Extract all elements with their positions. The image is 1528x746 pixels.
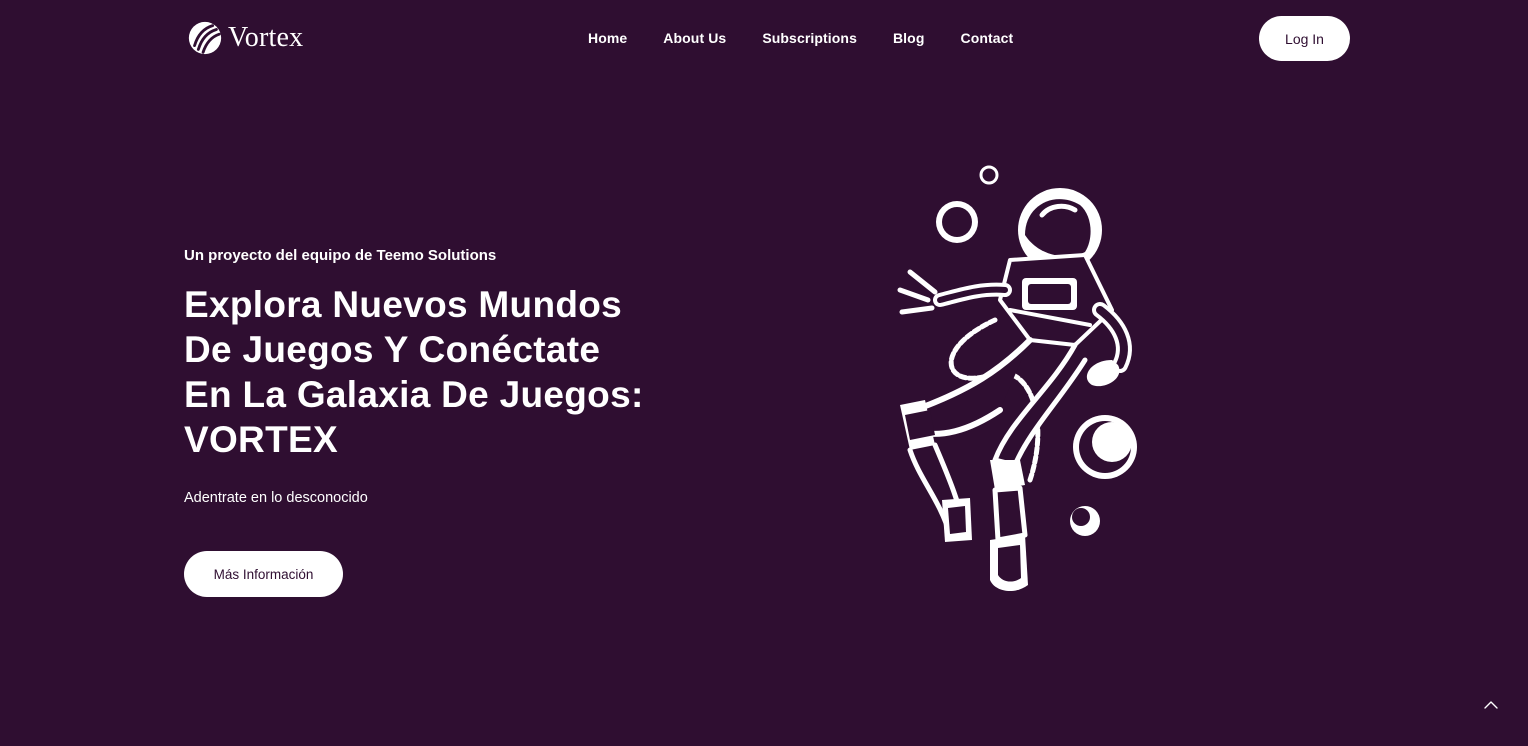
login-button[interactable]: Log In <box>1259 16 1350 61</box>
hero-section: Un proyecto del equipo de Teemo Solution… <box>184 240 744 508</box>
nav-about-us[interactable]: About Us <box>663 30 726 46</box>
chevron-up-icon <box>1484 701 1498 709</box>
hero-eyebrow: Un proyecto del equipo de Teemo Solution… <box>184 247 497 264</box>
hero-title-line: VORTEX <box>184 419 338 460</box>
hero-title-line: De Juegos Y Conéctate <box>184 329 601 370</box>
hero-subtitle: Adentrate en lo desconocido <box>184 490 368 506</box>
main-nav: Home About Us Subscriptions Blog Contact <box>588 30 1013 46</box>
vortex-swirl-icon <box>188 21 222 55</box>
nav-subscriptions[interactable]: Subscriptions <box>762 30 857 46</box>
scroll-to-top-button[interactable] <box>1476 690 1506 720</box>
brand-logo[interactable]: Vortex <box>186 18 303 58</box>
hero-title-line: En La Galaxia De Juegos: <box>184 374 644 415</box>
brand-name: Vortex <box>228 22 304 53</box>
hero-title-line: Explora Nuevos Mundos <box>184 284 623 325</box>
site-header: Vortex Home About Us Subscriptions Blog … <box>0 0 1528 78</box>
astronaut-illustration-icon <box>897 165 1137 592</box>
more-info-button[interactable]: Más Información <box>184 551 343 597</box>
nav-home[interactable]: Home <box>588 30 627 46</box>
nav-contact[interactable]: Contact <box>960 30 1013 46</box>
nav-blog[interactable]: Blog <box>893 30 925 46</box>
hero-title: Explora Nuevos Mundos De Juegos Y Conéct… <box>184 282 744 462</box>
